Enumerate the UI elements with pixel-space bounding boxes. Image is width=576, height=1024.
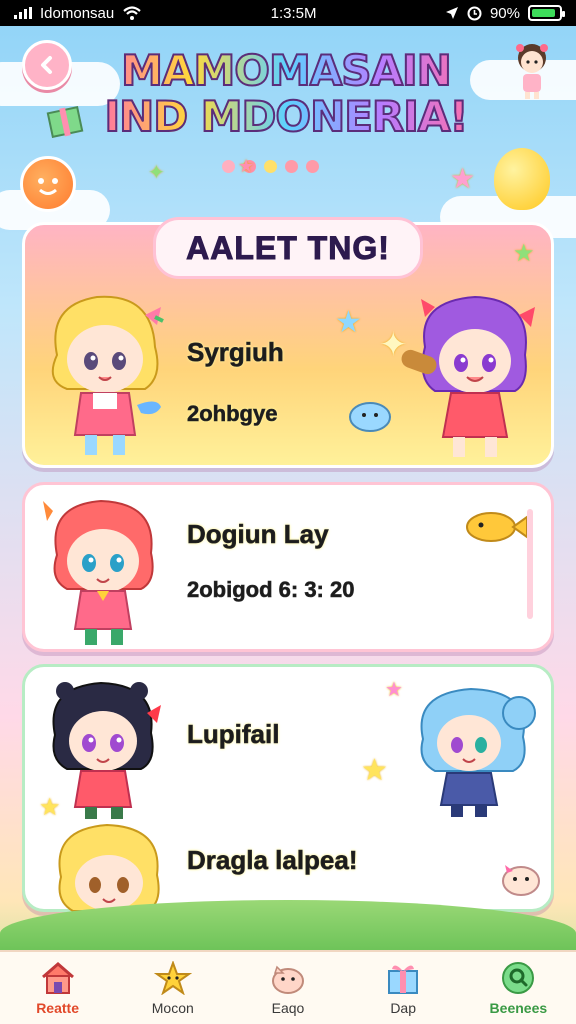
star-icon: ★ bbox=[385, 677, 403, 701]
featured-card[interactable]: AALET TNG! Syrgiuh 2ohbgye ★ ✦ ★ bbox=[22, 217, 554, 468]
search-icon bbox=[498, 960, 538, 996]
nav-label: Beenees bbox=[489, 1000, 548, 1016]
card-accent-bar bbox=[527, 509, 533, 619]
pager-dot[interactable] bbox=[222, 160, 235, 173]
pager-dots bbox=[222, 160, 319, 173]
star-icon: ★ bbox=[238, 156, 255, 177]
back-button[interactable] bbox=[22, 40, 72, 90]
clock: 1:3:5M bbox=[270, 4, 317, 22]
nav-item-mocon[interactable]: Mocon bbox=[123, 960, 223, 1016]
purple-hair-character-image bbox=[401, 295, 535, 457]
nav-item-eaqo[interactable]: Eaqo bbox=[238, 960, 338, 1016]
location-arrow-icon bbox=[445, 7, 458, 19]
item-subtitle: Dragla lalpea! bbox=[187, 845, 358, 876]
list-item[interactable]: Lupifail Dragla lalpea! ★ ★ ★ bbox=[22, 664, 554, 912]
gift-box-icon bbox=[383, 960, 423, 996]
pet-creature-icon bbox=[502, 865, 540, 896]
sun-mascot-icon bbox=[20, 156, 76, 212]
nav-label: Eaqo bbox=[271, 1000, 305, 1016]
wifi-icon bbox=[123, 6, 141, 20]
battery-icon bbox=[527, 5, 565, 21]
star-icon: ★ bbox=[335, 305, 362, 340]
sparkle-icon: ✦ bbox=[148, 160, 165, 184]
fish-creature-icon bbox=[466, 512, 528, 542]
red-hair-character-image bbox=[43, 499, 154, 645]
star-icon: ★ bbox=[39, 793, 61, 821]
sparkle-icon: ✦ bbox=[379, 325, 408, 365]
star-icon: ★ bbox=[513, 239, 535, 267]
item-subtitle: 2obigod 6: 3: 20 bbox=[187, 577, 355, 603]
card-banner: AALET TNG! bbox=[153, 217, 423, 279]
battery-percent: 90% bbox=[489, 4, 520, 22]
title-line-1: MAMOMASAIN bbox=[96, 47, 476, 95]
nav-item-reatte[interactable]: Reatte bbox=[8, 960, 108, 1016]
title-line-2: IND MDONERIA! bbox=[96, 93, 476, 141]
pet-icon bbox=[268, 960, 308, 996]
item-title: Lupifail bbox=[187, 719, 280, 750]
nav-label: Reatte bbox=[36, 1000, 79, 1016]
pager-dot[interactable] bbox=[264, 160, 277, 173]
pager-dot[interactable] bbox=[306, 160, 319, 173]
blob-creature-icon bbox=[349, 402, 391, 432]
card-title: Syrgiuh bbox=[187, 337, 284, 368]
star-icon: ★ bbox=[361, 753, 388, 788]
blue-hair-character-image bbox=[420, 687, 536, 817]
bottom-navigation: Reatte Mocon Eaqo Dap Beenees bbox=[0, 950, 576, 1024]
item-title: Dogiun Lay bbox=[187, 519, 329, 550]
alarm-icon bbox=[467, 6, 482, 20]
profile-avatar[interactable] bbox=[506, 38, 558, 100]
house-icon bbox=[38, 960, 78, 996]
list-item[interactable]: Dogiun Lay 2obigod 6: 3: 20 bbox=[22, 482, 554, 652]
blonde-character-image bbox=[51, 295, 164, 455]
pager-dot[interactable] bbox=[285, 160, 298, 173]
star-creature-icon bbox=[153, 960, 193, 996]
blonde-character-image bbox=[58, 823, 160, 912]
signal-icon bbox=[14, 7, 32, 19]
balloon-icon bbox=[494, 148, 550, 210]
nav-label: Mocon bbox=[151, 1000, 194, 1016]
nav-item-dap[interactable]: Dap bbox=[353, 960, 453, 1016]
chevron-left-icon bbox=[41, 56, 52, 74]
status-bar: Idomonsau 1:3:5M 90% bbox=[0, 0, 576, 26]
nav-label: Dap bbox=[390, 1000, 416, 1016]
nav-item-beenees[interactable]: Beenees bbox=[468, 960, 568, 1016]
carrier-name: Idomonsau bbox=[40, 4, 115, 22]
page-title: MAMOMASAIN IND MDONERIA! bbox=[96, 47, 476, 141]
star-icon: ★ bbox=[450, 162, 476, 195]
card-subtitle: 2ohbgye bbox=[187, 401, 278, 427]
gift-box-decoration-icon bbox=[46, 105, 84, 138]
